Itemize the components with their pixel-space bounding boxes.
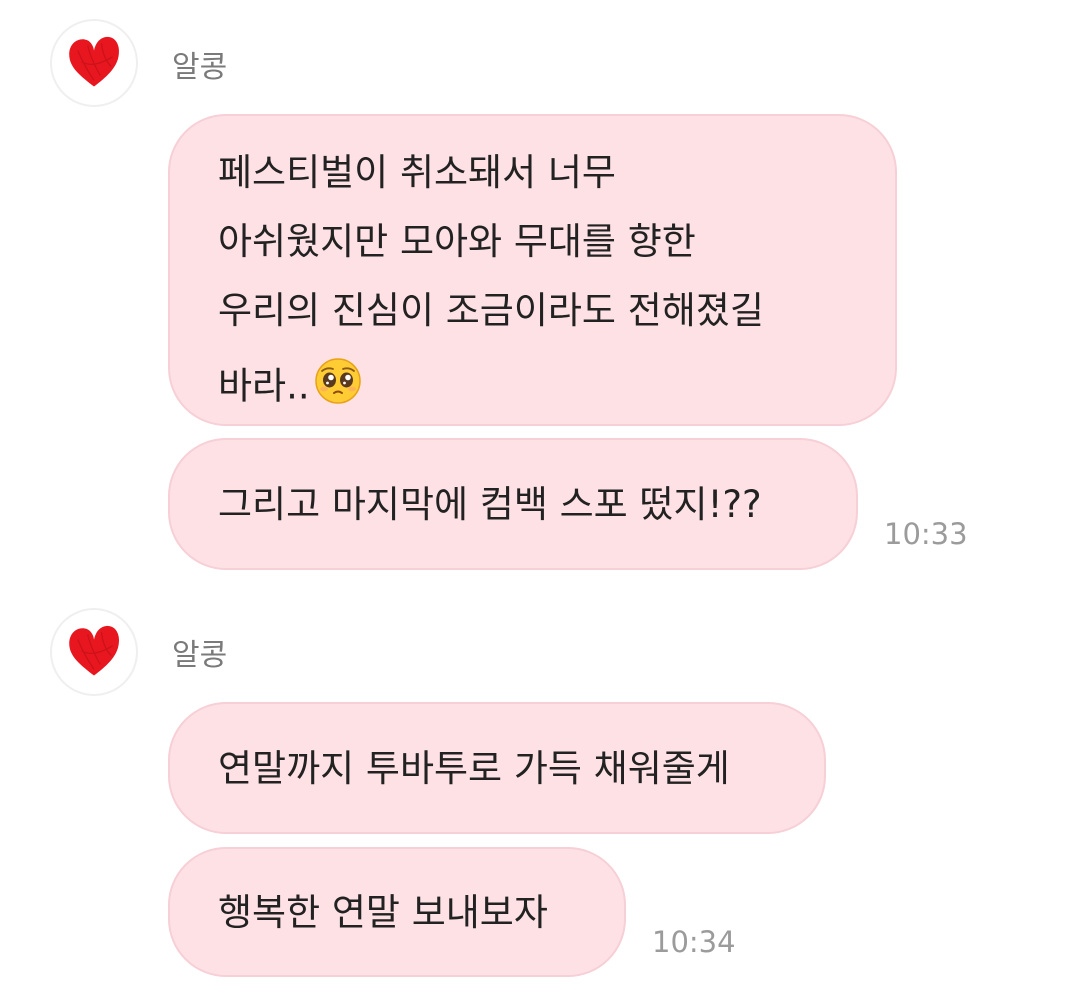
message-timestamp: 10:34 bbox=[652, 925, 736, 959]
message-line: 바라.. bbox=[218, 358, 855, 405]
message-bubble[interactable]: 페스티벌이 취소돼서 너무 아쉬웠지만 모아와 무대를 향한 우리의 진심이 조… bbox=[168, 114, 897, 426]
message-line: 우리의 진심이 조금이라도 전해졌길 bbox=[218, 289, 764, 332]
message-line: 페스티벌이 취소돼서 너무 bbox=[218, 151, 616, 194]
heart-icon bbox=[69, 625, 119, 676]
sender-name: 알콩 bbox=[172, 638, 228, 673]
message-timestamp: 10:33 bbox=[884, 517, 968, 551]
pleading-face-icon bbox=[314, 357, 362, 411]
message-text: 그리고 마지막에 컴백 스포 떴지!?? bbox=[218, 482, 762, 526]
sender-name: 알콩 bbox=[172, 50, 228, 85]
sender-avatar[interactable] bbox=[50, 608, 138, 696]
message-line-text: 바라.. bbox=[218, 364, 310, 408]
message-bubble[interactable]: 행복한 연말 보내보자 bbox=[168, 847, 626, 977]
message-bubble[interactable]: 연말까지 투바투로 가득 채워줄게 bbox=[168, 702, 826, 834]
sender-avatar[interactable] bbox=[50, 19, 138, 107]
message-text: 행복한 연말 보내보자 bbox=[218, 890, 548, 934]
heart-icon bbox=[69, 36, 119, 87]
message-text: 연말까지 투바투로 가득 채워줄게 bbox=[218, 746, 730, 790]
message-line: 아쉬웠지만 모아와 무대를 향한 bbox=[218, 220, 696, 263]
message-bubble[interactable]: 그리고 마지막에 컴백 스포 떴지!?? bbox=[168, 438, 858, 570]
